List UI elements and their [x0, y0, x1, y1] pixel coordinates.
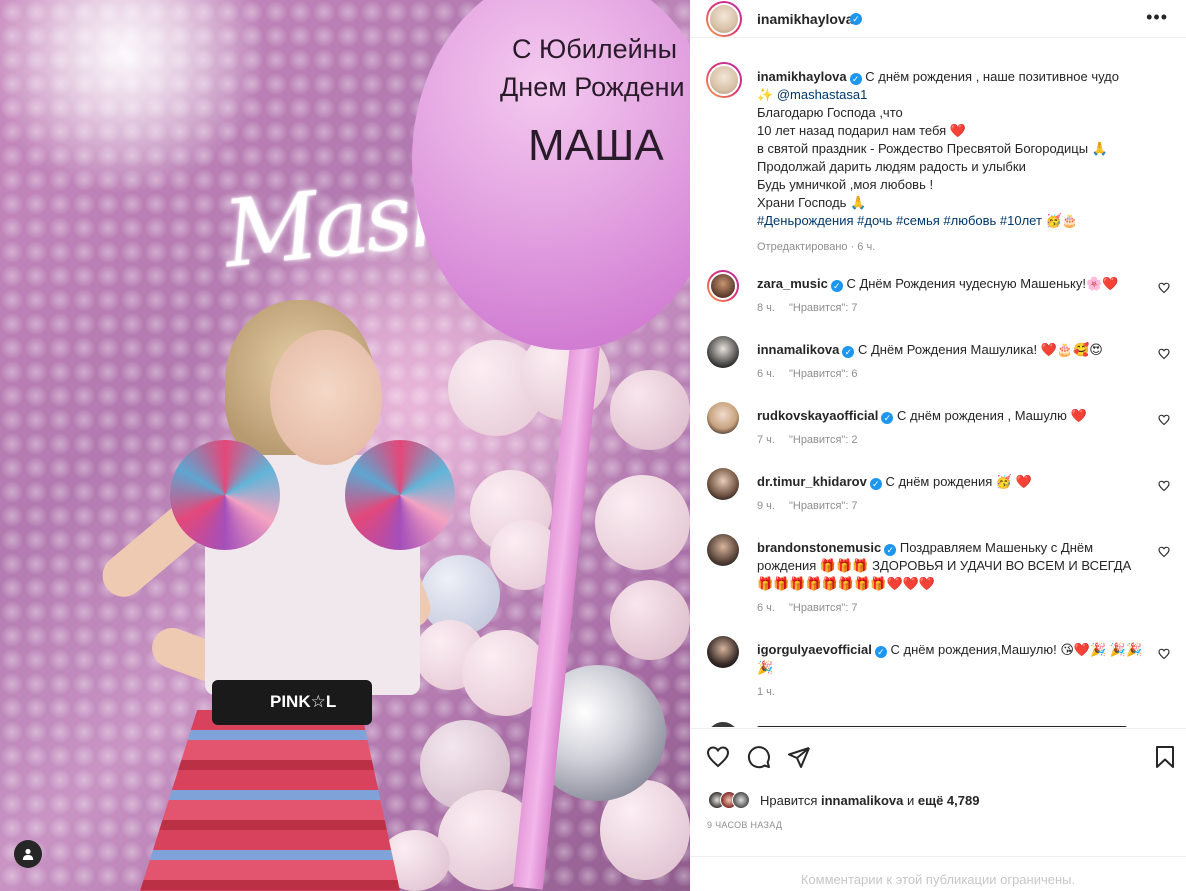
comment-text: С днём рождения , Машулю ❤️ [897, 408, 1087, 423]
comment-likes[interactable]: "Нравится": 7 [789, 602, 858, 614]
caption-line: Продолжай дарить людям радость и улыбки [757, 159, 1026, 174]
balloon [610, 580, 690, 660]
verified-icon: ✓ [830, 280, 843, 292]
save-icon[interactable] [1153, 745, 1177, 769]
caption-line: Благодарю Господа ,что [757, 105, 903, 120]
commenter-avatar[interactable] [707, 722, 739, 727]
share-icon[interactable] [787, 745, 811, 769]
verified-icon: ✓ [850, 13, 862, 25]
like-icon[interactable] [706, 745, 730, 769]
balloon-line-3: МАША [528, 121, 664, 170]
liker-avatar [732, 791, 750, 809]
comment-username[interactable]: rudkovskayaofficial [757, 408, 878, 423]
comment-time[interactable]: 6 ч. [757, 368, 775, 380]
mention-link[interactable]: @mashastasa1 [777, 87, 868, 102]
comment-likes[interactable]: "Нравится": 2 [789, 434, 858, 446]
post-header: inamikhaylova ✓ ••• [690, 0, 1186, 38]
like-comment-icon[interactable] [1158, 546, 1170, 558]
post-side-panel: inamikhaylova ✓ ••• inamikhaylova ✓ С днё… [690, 0, 1186, 891]
liked-by-prefix: Нравится [760, 792, 818, 808]
comment-likes[interactable]: "Нравится": 7 [789, 302, 858, 314]
ruffle-left [170, 440, 280, 550]
verified-icon: ✓ [874, 646, 887, 658]
author-username[interactable]: inamikhaylova [757, 11, 854, 27]
caption-line: Храни Господь 🙏 [757, 195, 867, 210]
comment-time[interactable]: 9 ч. [757, 500, 775, 512]
commenter-avatar[interactable] [707, 402, 739, 434]
likes-count[interactable]: ещё 4,789 [918, 793, 980, 808]
commenter-avatar[interactable] [707, 468, 739, 500]
girl-face [270, 330, 382, 465]
ruffle-right [345, 440, 455, 550]
comment-username[interactable]: dr.timur_khidarov [757, 474, 867, 489]
like-comment-icon[interactable] [1158, 648, 1170, 660]
like-comment-icon[interactable] [1158, 348, 1170, 360]
comment-time[interactable]: 7 ч. [757, 434, 775, 446]
likes-summary: Нравится innamalikova и ещё 4,789 [708, 790, 979, 810]
edited-label: Отредактировано [757, 241, 848, 253]
commenter-avatar[interactable] [707, 336, 739, 368]
commenter-avatar[interactable] [707, 534, 739, 566]
commenter-avatar[interactable] [707, 636, 739, 668]
comment-likes[interactable]: "Нравится": 6 [789, 368, 858, 380]
comment-text: С днём рождения 🥳 ❤️ [885, 474, 1032, 489]
caption-line: С днём рождения , наше позитивное чудо [865, 69, 1119, 84]
caption-line: в святой праздник - Рождество Пресвятой … [757, 141, 1108, 156]
comment-time[interactable]: 1 ч. [757, 686, 775, 698]
comment-text: С Днём Рождения Машулика! ❤️🎂🥰😍 [858, 342, 1103, 357]
belt-text: PINK☆L [212, 680, 372, 725]
caption-username[interactable]: inamikhaylova [757, 69, 847, 84]
caption-line: 10 лет назад подарил нам тебя ❤️ [757, 123, 967, 138]
comment-likes[interactable]: "Нравится": 7 [789, 500, 858, 512]
verified-icon: ✓ [849, 73, 862, 85]
caption-line: Будь умничкой ,моя любовь ! [757, 177, 934, 192]
comment-username[interactable]: innamalikova [757, 342, 839, 357]
comment-username[interactable]: zara_music [757, 276, 828, 291]
comment-icon[interactable] [747, 745, 771, 769]
balloon [610, 370, 690, 450]
like-comment-icon[interactable] [1158, 480, 1170, 492]
post-caption: inamikhaylova ✓ С днём рождения , наше по… [757, 68, 1167, 256]
comments-limited-notice: Комментарии к этой публикации ограничены… [690, 856, 1186, 891]
edited-time[interactable]: 6 ч. [857, 241, 875, 253]
person-icon [22, 848, 34, 860]
comment-username[interactable]: igorgulyaevofficial [757, 642, 872, 657]
like-comment-icon[interactable] [1158, 282, 1170, 294]
like-comment-icon[interactable] [1158, 414, 1170, 426]
balloon-line-1: С Юбилейны [512, 34, 677, 64]
post-photo[interactable]: Masha С Юбилейны Днем Рождени МАША PINK☆… [0, 0, 690, 891]
posted-time[interactable]: 9 часов назад [707, 820, 782, 830]
comment-text: С Днём Рождения чудесную Машеньку!🌸❤️ [846, 276, 1119, 291]
comment-time[interactable]: 8 ч. [757, 302, 775, 314]
verified-icon: ✓ [869, 478, 882, 490]
hashtags[interactable]: #Деньрождения #дочь #семья #любовь #10ле… [757, 212, 1167, 230]
commenter-avatar[interactable] [707, 270, 739, 302]
more-options-icon[interactable]: ••• [1146, 8, 1168, 26]
comment-time[interactable]: 6 ч. [757, 602, 775, 614]
caption-avatar[interactable] [706, 62, 742, 98]
comment-username[interactable]: brandonstonemusic [757, 540, 881, 555]
sparkles-emoji: ✨ [757, 87, 774, 102]
verified-icon: ✓ [884, 544, 897, 556]
verified-icon: ✓ [842, 346, 855, 358]
author-avatar[interactable] [706, 1, 742, 37]
tagged-users-button[interactable] [14, 840, 42, 868]
liked-by-middle: и [907, 792, 915, 808]
balloon-line-2: Днем Рождени [500, 72, 685, 102]
comments-scroll[interactable]: inamikhaylova ✓ С днём рождения , наше по… [690, 52, 1186, 727]
verified-icon: ✓ [881, 412, 894, 424]
liked-by-user[interactable]: innamalikova [821, 793, 903, 808]
balloon [595, 475, 690, 570]
